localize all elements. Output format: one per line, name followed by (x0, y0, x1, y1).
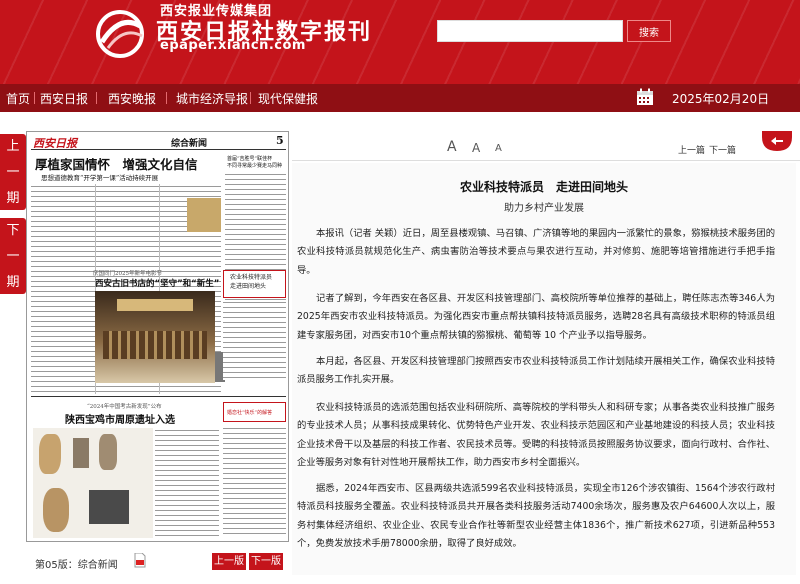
article-paragraph: 农业科技特派员的选派范围包括农业科研院所、高等院校的学科带头人和科研专家；从事各… (297, 402, 775, 468)
article-paragraph: 据悉，2024年西安市、区县两级共选派599名农业科技特派员，实现全市126个涉… (297, 483, 775, 549)
np-artifact (73, 438, 89, 468)
np-photo-shelves (103, 331, 207, 359)
search-input[interactable] (437, 20, 623, 42)
nav-item-xian-evening[interactable]: 西安晚报 (108, 90, 156, 107)
np-rule (31, 396, 286, 397)
prev-article-link[interactable]: 上一篇 (678, 143, 705, 156)
nav-item-urban-economy[interactable]: 城市经济导报 (176, 90, 248, 107)
logo-emblem (96, 10, 144, 58)
np-artifact (43, 488, 69, 532)
np-artifact (89, 490, 129, 524)
prev-issue-char: 一 (6, 165, 20, 180)
np-thumbnail-image (187, 198, 221, 232)
np-mid-headline[interactable]: 西安古旧书店的“坚守”和“新生” (95, 277, 219, 289)
np-bookstore-photo (95, 291, 215, 383)
np-page-number: 5 (276, 134, 284, 147)
prev-issue-char: 上 (6, 139, 20, 154)
nav-item-home[interactable]: 首页 (6, 90, 30, 107)
np-lower-headline[interactable]: 陕西宝鸡市周原遗址入选 (65, 411, 175, 426)
np-artifact (39, 434, 61, 474)
np-artifact-photos (33, 428, 153, 538)
np-section: 综合新闻 (171, 139, 208, 149)
np-text-block (223, 300, 286, 380)
calendar-icon[interactable] (636, 88, 654, 106)
np-ad-text: 婚恋社“快乐”的解答 (227, 410, 273, 416)
font-small-button[interactable]: A (495, 143, 502, 154)
np-artifact (99, 434, 117, 470)
prev-issue-button[interactable]: 上 一 期 (0, 134, 26, 210)
nav-divider (166, 92, 167, 104)
prev-issue-char: 期 (6, 191, 20, 206)
article-paragraph: 本报讯（记者 关颖）近日，周至县楼观镇、马召镇、广济镇等地的果园内一派繁忙的景象… (297, 228, 775, 276)
np-rule (31, 149, 286, 150)
site-url[interactable]: epaper.xiancn.com (160, 38, 306, 53)
np-headline-main[interactable]: 厚植家国情怀 增强文化自信 (35, 154, 198, 173)
np-photo-sign (117, 299, 193, 311)
np-highlight-box[interactable]: 农业科技特派员 走进田间地头 (223, 270, 286, 298)
nav-divider (34, 92, 35, 104)
next-issue-char: 期 (6, 275, 20, 290)
font-medium-button[interactable]: A (472, 141, 480, 155)
article-paragraph: 本月起，各区县、开发区科技管理部门按照西安市农业科技特派员工作计划陆续开展相关工… (297, 356, 775, 386)
next-issue-char: 一 (6, 249, 20, 264)
article-toolbar: A A A 上一篇 下一篇 (292, 131, 800, 161)
article-paragraph: 记者了解到，今年西安在各区县、开发区科技管理部门、高校院所等单位推荐的基础上，聘… (297, 293, 775, 341)
np-mid-kicker: 庆国同门2025年新年电影节 (93, 271, 162, 277)
newspaper-page[interactable]: 西安日报 综合新闻 5 厚植家国情怀 增强文化自信 思想道德教育“开学第一课”活… (26, 131, 289, 542)
pdf-icon[interactable] (134, 553, 146, 568)
nav-item-xian-daily[interactable]: 西安日报 (40, 90, 88, 107)
page-label: 第05版：综合新闻 (35, 560, 118, 571)
site-header: 西安报业传媒集团 西安日报社数字报刊 epaper.xiancn.com 搜索 (0, 0, 800, 84)
np-box-text: 农业科技特派员 走进田间地头 (230, 274, 273, 290)
np-ad-box: 婚恋社“快乐”的解答 (223, 402, 286, 422)
page-bar: 第05版：综合新闻 上一版 下一版 (26, 550, 289, 574)
np-text-block (155, 428, 219, 538)
article-title: 农业科技特派员 走进田间地头 (459, 180, 628, 194)
next-issue-button[interactable]: 下 一 期 (0, 218, 26, 294)
nav-item-modern-health[interactable]: 现代保健报 (258, 90, 318, 107)
font-large-button[interactable]: A (447, 139, 457, 155)
search-button[interactable]: 搜索 (627, 20, 671, 42)
np-headline-sub: 思想道德教育“开学第一课”活动持续开展 (41, 174, 159, 182)
issue-date: 2025年02月20日 (672, 92, 770, 106)
np-text-block (223, 426, 286, 538)
prev-page-button[interactable]: 上一版 (212, 553, 246, 570)
next-issue-char: 下 (6, 223, 20, 238)
np-right-headline[interactable]: 首届“吉胜号”联佳杯 不同寻常最少赛走马同种 (227, 156, 282, 170)
next-article-link[interactable]: 下一篇 (709, 143, 736, 156)
next-page-button[interactable]: 下一版 (249, 553, 283, 570)
np-lower-kicker: “2024年中国考古新发现”公布 (87, 404, 162, 410)
back-arrow-icon[interactable] (762, 131, 792, 151)
nav-divider (250, 92, 251, 104)
nav-divider (96, 92, 97, 104)
article-subtitle: 助力乡村产业发展 (504, 203, 584, 214)
